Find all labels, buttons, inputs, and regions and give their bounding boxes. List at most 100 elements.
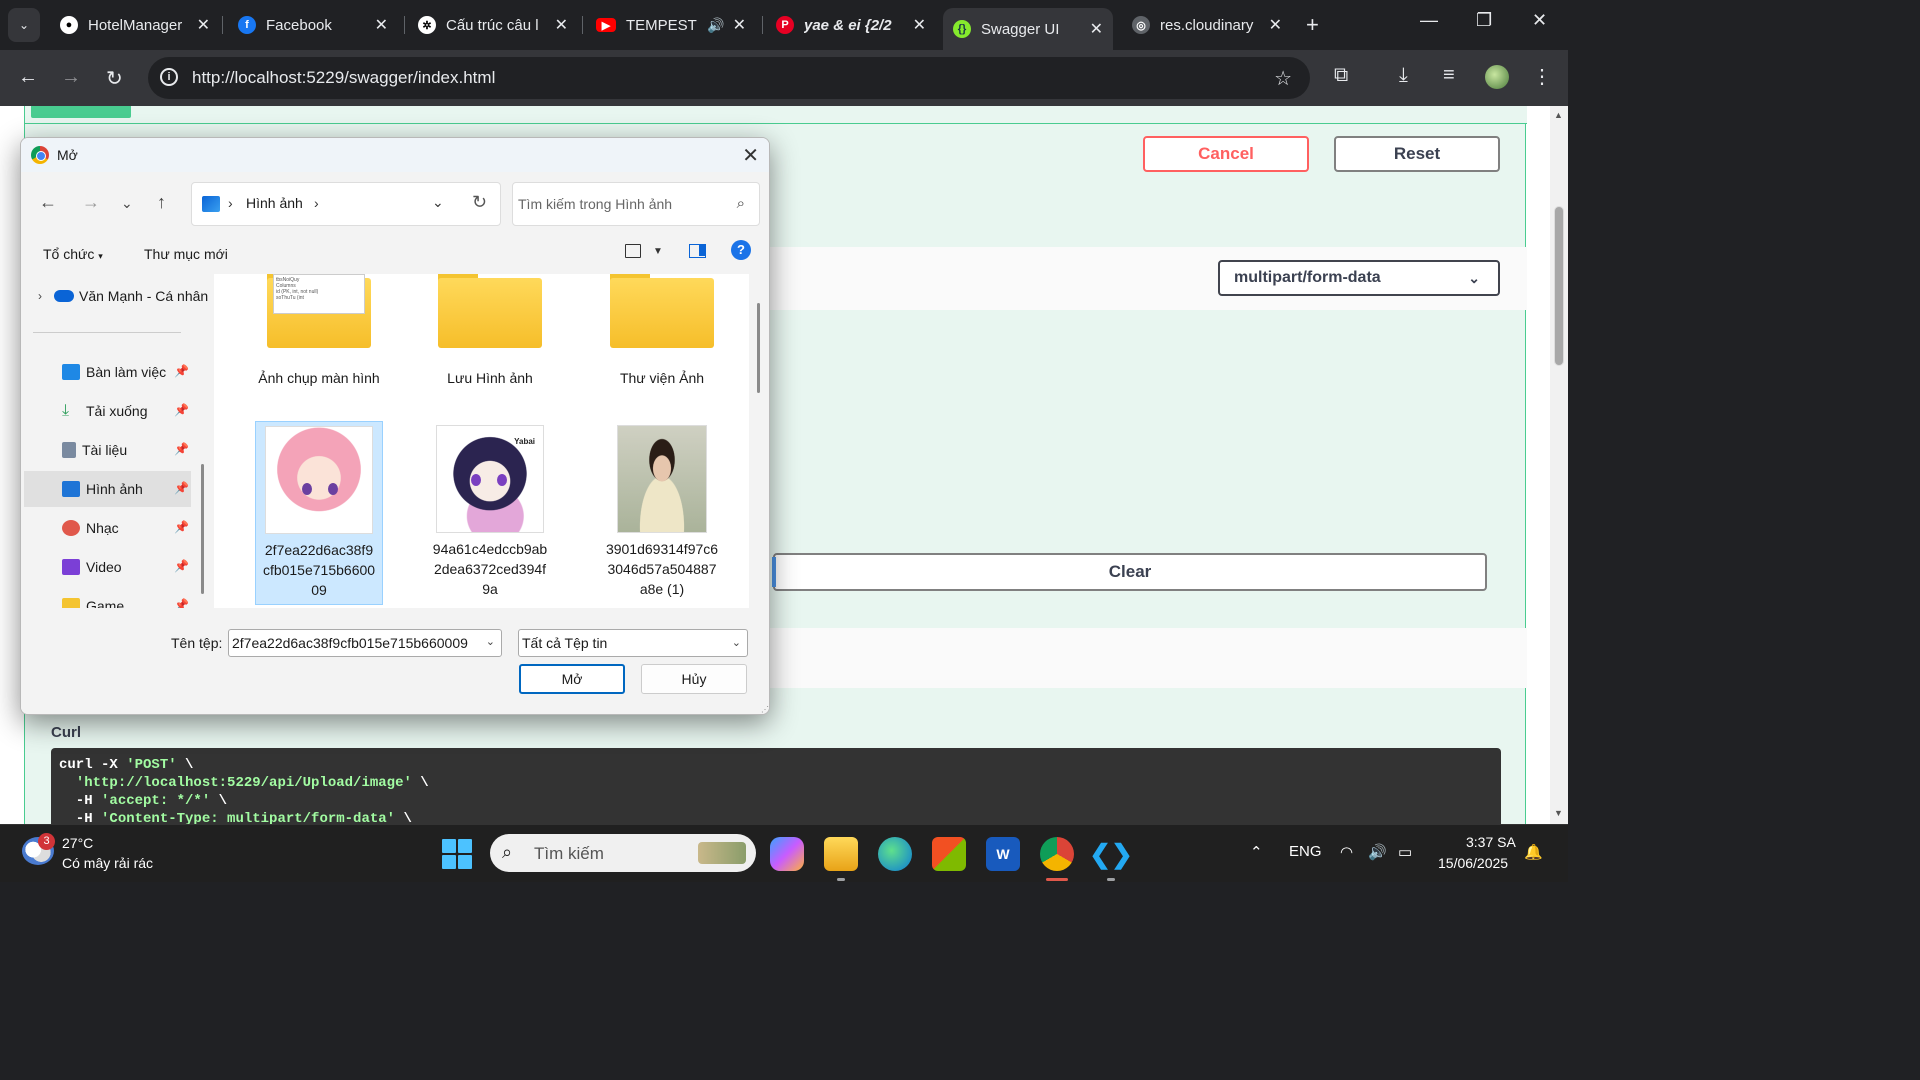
dialog-search-input[interactable] [513, 183, 723, 225]
clock-time[interactable]: 3:37 SA [1466, 834, 1516, 850]
site-info-icon[interactable]: i [160, 68, 178, 86]
close-icon[interactable]: ✕ [555, 15, 568, 35]
close-icon[interactable]: ✕ [1269, 15, 1282, 35]
tab-search-button[interactable]: ⌄ [8, 8, 40, 42]
sidebar-item-desktop[interactable]: Bàn làm việc 📌 [24, 354, 191, 390]
sidebar-item-game[interactable]: Game 📌 [24, 588, 191, 608]
breadcrumb[interactable]: › Hình ảnh › ⌄ ↻ [191, 182, 501, 226]
caret-down-icon[interactable]: ▼ [653, 246, 663, 257]
close-icon[interactable]: ✕ [375, 15, 388, 35]
back-arrow-icon[interactable]: ← [39, 192, 57, 213]
filename-input[interactable] [229, 630, 481, 656]
battery-icon[interactable]: ▭ [1398, 843, 1412, 861]
help-icon[interactable]: ? [731, 240, 751, 260]
file-explorer-icon[interactable] [824, 837, 858, 871]
dialog-close-button[interactable]: ✕ [742, 143, 759, 168]
notifications-icon[interactable]: 🔔 [1524, 843, 1543, 861]
file-item-image[interactable]: Yabai 94a61c4edccb9ab2dea6372ced394f9a [426, 421, 554, 599]
close-icon[interactable]: ✕ [1090, 19, 1103, 39]
dialog-cancel-button[interactable]: Hủy [641, 664, 747, 694]
url-text[interactable]: http://localhost:5229/swagger/index.html [192, 68, 495, 88]
tab-youtube[interactable]: ▶ TEMPEST 🔊 ✕ [586, 8, 756, 42]
close-window-button[interactable]: ✕ [1532, 10, 1547, 31]
resize-grip-icon[interactable]: ⋰ [761, 705, 769, 714]
refresh-icon[interactable]: ↻ [472, 192, 487, 213]
sidebar-item-pictures[interactable]: Hình ảnh 📌 [24, 471, 191, 507]
curl-code-block[interactable]: curl -X 'POST' \ 'http://localhost:5229/… [51, 748, 1501, 824]
new-folder-button[interactable]: Thư mục mới [144, 246, 228, 262]
forward-arrow-icon[interactable]: → [82, 192, 100, 213]
tab-hotelmanager[interactable]: ● HotelManager ✕ [50, 8, 220, 42]
weather-temp[interactable]: 27°C [62, 835, 93, 851]
view-mode-icon[interactable] [625, 244, 641, 258]
tab-chatgpt[interactable]: ✲ Cấu trúc câu l ✕ [408, 8, 578, 42]
clear-button[interactable]: Clear [772, 553, 1487, 591]
close-icon[interactable]: ✕ [913, 15, 926, 35]
scrollbar-thumb[interactable] [1554, 206, 1564, 366]
filetype-select[interactable]: Tất cả Tệp tin ⌄ [518, 629, 748, 657]
restore-button[interactable]: ❐ [1476, 10, 1492, 31]
media-control-icon[interactable]: ≡ [1443, 64, 1455, 87]
reload-button[interactable]: ↻ [106, 66, 123, 91]
profile-avatar[interactable] [1485, 65, 1509, 89]
taskbar-search[interactable]: ⌕ Tìm kiếm [490, 834, 756, 872]
breadcrumb-current[interactable]: Hình ảnh [246, 195, 303, 211]
bookmark-star-icon[interactable]: ☆ [1274, 66, 1292, 91]
tab-swagger-ui[interactable]: {} Swagger UI ✕ [943, 8, 1113, 50]
operation-summary[interactable] [25, 106, 1527, 124]
sidebar-item-onedrive[interactable]: › Văn Mạnh - Cá nhân [24, 278, 211, 314]
file-item-folder[interactable]: tbsNoiQuy Columns id (PK, int, not null)… [255, 274, 383, 388]
reset-button[interactable]: Reset [1334, 136, 1500, 172]
chevron-down-icon[interactable]: ⌄ [432, 194, 444, 211]
filename-field[interactable]: ⌄ [228, 629, 502, 657]
sidebar-item-documents[interactable]: Tài liệu 📌 [24, 432, 191, 468]
chevron-right-icon[interactable]: › [38, 289, 42, 303]
sidebar-item-music[interactable]: Nhạc 📌 [24, 510, 191, 546]
back-button[interactable]: ← [18, 66, 38, 89]
chrome-icon[interactable] [1040, 837, 1074, 871]
scroll-up-icon[interactable]: ▲ [1554, 110, 1563, 120]
up-arrow-icon[interactable]: ↑ [157, 192, 166, 213]
tab-facebook[interactable]: f Facebook ✕ [228, 8, 398, 42]
volume-icon[interactable]: 🔊 [1368, 843, 1387, 861]
clock-date[interactable]: 15/06/2025 [1438, 855, 1508, 871]
cancel-button[interactable]: Cancel [1143, 136, 1309, 172]
forward-button[interactable]: → [61, 66, 81, 89]
preview-pane-icon[interactable] [689, 244, 706, 258]
weather-desc[interactable]: Có mây rải rác [62, 855, 153, 871]
open-button[interactable]: Mở [519, 664, 625, 694]
dialog-search-box[interactable]: ⌕ [512, 182, 760, 226]
new-tab-button[interactable]: + [1306, 12, 1319, 38]
organize-menu[interactable]: Tổ chức ▾ [43, 246, 103, 262]
tab-cloudinary[interactable]: ◎ res.cloudinary ✕ [1122, 8, 1292, 42]
start-button[interactable] [442, 839, 472, 869]
close-icon[interactable]: ✕ [197, 15, 210, 35]
file-item-folder[interactable]: Lưu Hình ảnh [426, 274, 554, 388]
word-icon[interactable]: W [986, 837, 1020, 871]
store-icon[interactable] [932, 837, 966, 871]
page-scrollbar[interactable]: ▲ ▼ [1550, 106, 1568, 824]
chevron-down-icon[interactable]: ⌄ [486, 635, 495, 648]
search-icon[interactable]: ⌕ [737, 195, 745, 212]
download-icon[interactable]: ⤓ [1399, 64, 1408, 87]
language-indicator[interactable]: ENG [1289, 843, 1322, 860]
content-type-select[interactable]: multipart/form-data ⌄ [1218, 260, 1500, 296]
menu-icon[interactable]: ⋮ [1532, 64, 1552, 89]
file-grid-scrollbar[interactable] [757, 303, 760, 393]
vscode-icon[interactable]: ❮❯ [1089, 837, 1133, 871]
edge-icon[interactable] [878, 837, 912, 871]
sidebar-scrollbar[interactable] [201, 464, 204, 594]
sidebar-item-video[interactable]: Video 📌 [24, 549, 191, 585]
scroll-down-icon[interactable]: ▼ [1554, 808, 1563, 818]
wifi-icon[interactable]: ◠ [1340, 843, 1353, 861]
minimize-button[interactable]: — [1420, 10, 1438, 31]
chevron-right-icon[interactable]: › [314, 195, 319, 211]
recent-locations-icon[interactable]: ⌄ [121, 195, 133, 212]
close-icon[interactable]: ✕ [733, 15, 746, 35]
address-bar[interactable]: i http://localhost:5229/swagger/index.ht… [148, 57, 1310, 99]
file-item-image[interactable]: 2f7ea22d6ac38f9cfb015e715b660009 [255, 421, 383, 605]
file-item-image[interactable]: 3901d69314f97c63046d57a504887a8e (1) [598, 421, 726, 599]
sidebar-item-downloads[interactable]: ⤓ Tải xuống 📌 [24, 393, 191, 429]
speaker-icon[interactable]: 🔊 [707, 17, 724, 34]
copilot-icon[interactable] [770, 837, 804, 871]
